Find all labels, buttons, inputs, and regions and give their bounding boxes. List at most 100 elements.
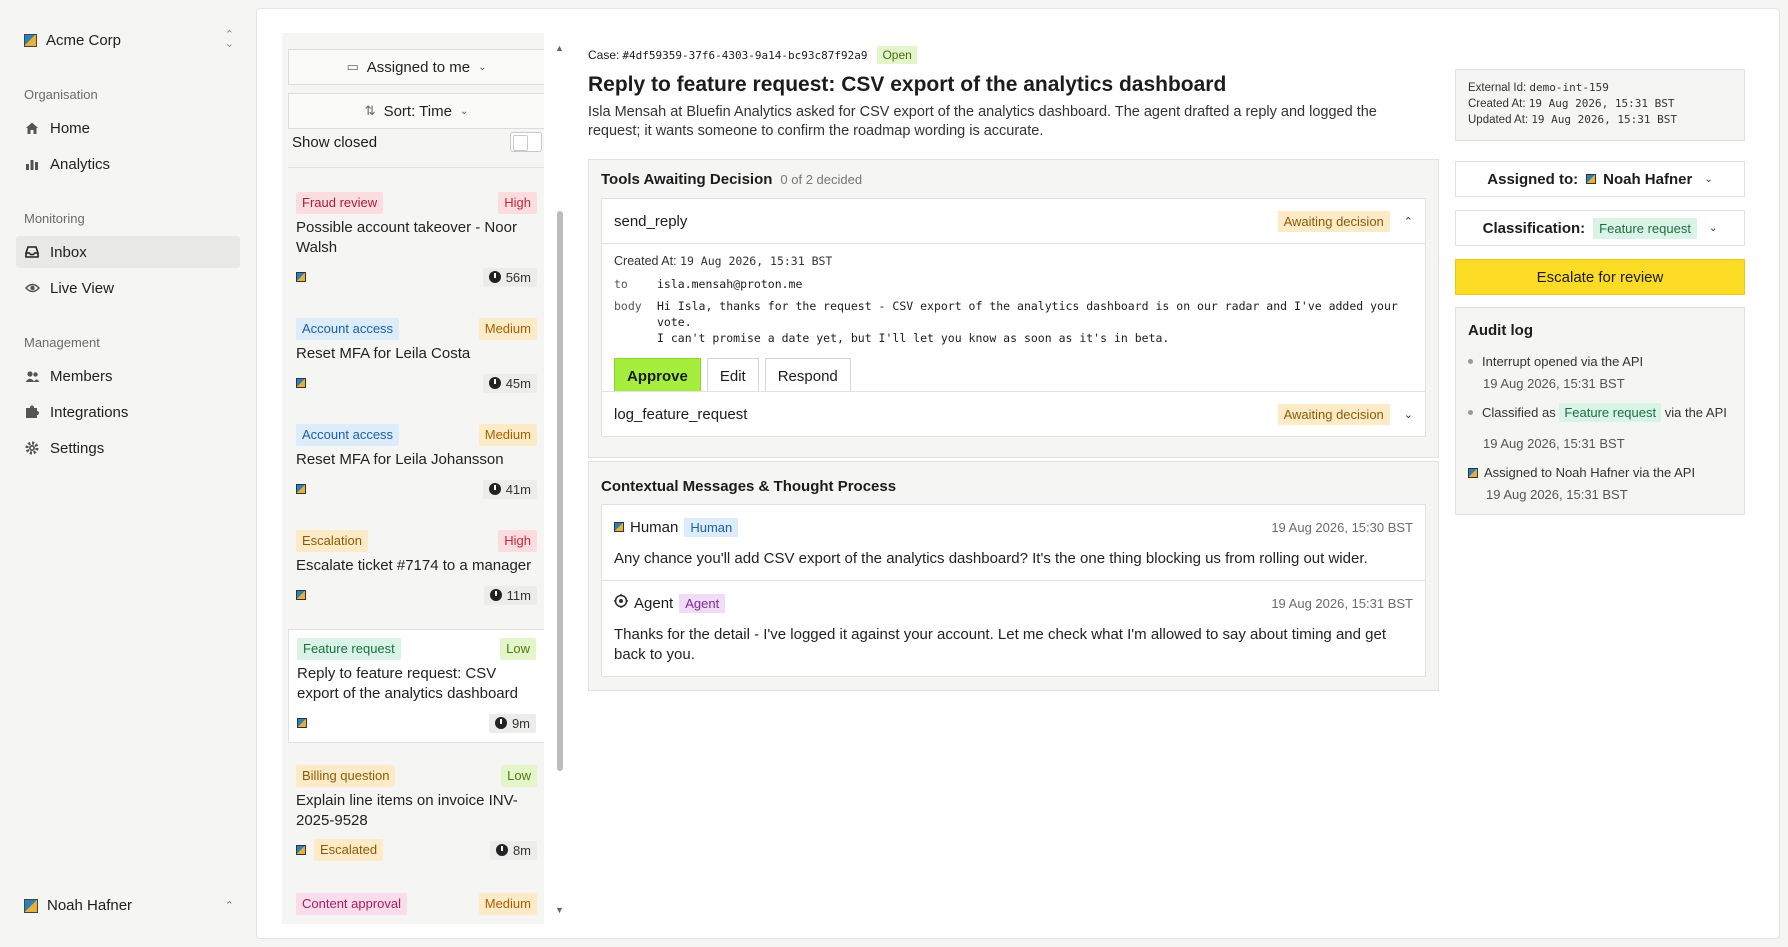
show-closed-toggle[interactable] bbox=[510, 132, 542, 152]
audit-time: 19 Aug 2026, 15:31 BST bbox=[1483, 376, 1625, 391]
nav-section-management: Management bbox=[24, 335, 100, 350]
tool-name: log_feature_request bbox=[614, 405, 748, 423]
tools-progress: 0 of 2 decided bbox=[780, 171, 863, 187]
scroll-up-icon[interactable]: ▲ bbox=[555, 43, 564, 53]
time-badge: 45m bbox=[482, 373, 537, 393]
time-label: 41m bbox=[505, 481, 531, 497]
message-text: Thanks for the detail - I've logged it a… bbox=[614, 626, 1386, 663]
case-id-label: Case: bbox=[588, 48, 620, 62]
list-item-selected[interactable]: Feature request Low Reply to feature req… bbox=[288, 629, 544, 743]
sidebar-item-live-view[interactable]: Live View bbox=[16, 272, 240, 304]
sidebar-item-integrations[interactable]: Integrations bbox=[16, 396, 240, 428]
clock-icon bbox=[488, 483, 501, 495]
category-tag: Fraud review bbox=[296, 192, 384, 214]
sort-icon: ⇅ bbox=[364, 103, 376, 118]
tool-header[interactable]: log_feature_request Awaiting decision ⌄ bbox=[602, 392, 1425, 436]
arg-value: Hi Isla, thanks for the request - CSV ex… bbox=[657, 298, 1413, 346]
list-item[interactable]: Account access Medium Reset MFA for Leil… bbox=[288, 416, 544, 508]
audit-time: 19 Aug 2026, 15:31 BST bbox=[1486, 487, 1628, 502]
sidebar-item-settings[interactable]: Settings bbox=[16, 432, 240, 464]
card-title: Reset MFA for Leila Costa bbox=[296, 345, 471, 362]
org-logo bbox=[24, 33, 37, 47]
avatar bbox=[1586, 174, 1597, 184]
card-title: Reply to feature request: CSV export of … bbox=[297, 665, 518, 702]
user-menu[interactable]: Noah Hafner ⌃ bbox=[24, 897, 234, 914]
chevron-up-icon[interactable]: ⌃ bbox=[1404, 215, 1413, 228]
time-badge: 8m bbox=[489, 840, 537, 860]
home-icon bbox=[24, 120, 40, 136]
time-label: 8m bbox=[512, 842, 531, 858]
main-panel: ▭ Assigned to me ⌄ ⇅ Sort: Time ⌄ Show c… bbox=[256, 8, 1780, 939]
nav-section-organisation: Organisation bbox=[24, 87, 98, 102]
audit-heading: Audit log bbox=[1468, 322, 1533, 339]
clock-icon bbox=[495, 844, 508, 856]
created-value: 19 Aug 2026, 15:31 BST bbox=[1528, 97, 1675, 110]
org-switcher[interactable]: Acme Corp ⌃ ⌄ bbox=[24, 28, 234, 52]
category-tag: Escalation bbox=[296, 530, 368, 552]
users-icon bbox=[24, 368, 40, 384]
assignee-label: Assigned to: bbox=[1487, 170, 1579, 188]
scrollbar[interactable]: ▲ ▼ bbox=[555, 43, 565, 916]
tool-header[interactable]: send_reply Awaiting decision ⌃ bbox=[602, 199, 1425, 243]
bullet-icon bbox=[1468, 359, 1473, 364]
external-id-label: External Id: bbox=[1468, 82, 1527, 94]
message-human: Human Human 19 Aug 2026, 15:30 BST Any c… bbox=[601, 504, 1426, 581]
role-badge: Agent bbox=[679, 593, 726, 613]
assigned-filter-dropdown[interactable]: ▭ Assigned to me ⌄ bbox=[288, 49, 544, 85]
scroll-down-icon[interactable]: ▼ bbox=[555, 905, 564, 915]
sidebar-item-home[interactable]: Home bbox=[16, 112, 240, 144]
sidebar-item-label: Live View bbox=[50, 279, 114, 297]
created-label: Created At: bbox=[1468, 98, 1526, 110]
sidebar-item-analytics[interactable]: Analytics bbox=[16, 148, 240, 180]
classification-value: Feature request bbox=[1593, 217, 1697, 239]
list-item[interactable]: Content approval Medium bbox=[288, 885, 544, 923]
classification-dropdown[interactable]: Classification: Feature request ⌄ bbox=[1455, 210, 1745, 246]
edit-button[interactable]: Edit bbox=[706, 358, 759, 394]
assignee-dropdown[interactable]: Assigned to: Noah Hafner ⌄ bbox=[1455, 161, 1745, 197]
chevron-down-icon: ⌄ bbox=[1708, 222, 1718, 234]
case-description: Isla Mensah at Bluefin Analytics asked f… bbox=[588, 104, 1377, 139]
messages-heading: Contextual Messages & Thought Process bbox=[601, 477, 897, 495]
time-label: 11m bbox=[506, 587, 531, 603]
arg-body: body Hi Isla, thanks for the request - CS… bbox=[614, 298, 1413, 346]
time-label: 45m bbox=[505, 375, 531, 391]
show-closed-row: Show closed bbox=[292, 131, 542, 153]
chevron-down-icon: ⌄ bbox=[1704, 173, 1713, 185]
audit-log: Audit log Interrupt opened via the API 1… bbox=[1455, 307, 1745, 515]
priority-badge: High bbox=[498, 530, 537, 552]
sidebar-item-members[interactable]: Members bbox=[16, 360, 240, 392]
respond-button[interactable]: Respond bbox=[764, 358, 851, 394]
user-name: Noah Hafner bbox=[47, 897, 133, 914]
priority-badge: Low bbox=[500, 638, 536, 660]
sort-dropdown[interactable]: ⇅ Sort: Time ⌄ bbox=[288, 93, 544, 129]
priority-badge: Medium bbox=[478, 318, 537, 340]
arg-to: to isla.mensah@proton.me bbox=[614, 276, 1413, 292]
avatar bbox=[296, 845, 306, 855]
audit-user: Noah Hafner bbox=[1555, 465, 1630, 480]
avatar bbox=[1468, 468, 1478, 478]
sidebar-item-inbox[interactable]: Inbox bbox=[16, 236, 240, 268]
list-item[interactable]: Account access Medium Reset MFA for Leil… bbox=[288, 310, 544, 402]
scrollbar-thumb[interactable] bbox=[557, 211, 563, 771]
audit-text: via the API bbox=[1664, 405, 1727, 420]
category-tag: Content approval bbox=[296, 893, 408, 915]
chevron-down-icon[interactable]: ⌄ bbox=[1404, 408, 1413, 421]
list-item[interactable]: Fraud review High Possible account takeo… bbox=[288, 184, 544, 296]
sidebar-item-label: Inbox bbox=[50, 243, 87, 261]
inbox-icon bbox=[24, 244, 40, 260]
tool-send-reply: send_reply Awaiting decision ⌃ Created A… bbox=[601, 198, 1426, 405]
chevron-down-icon: ⌄ bbox=[459, 105, 469, 117]
clock-icon bbox=[488, 271, 501, 283]
card-title: Escalate ticket #7174 to a manager bbox=[296, 557, 532, 574]
list-item[interactable]: Billing question Low Explain line items … bbox=[288, 757, 544, 869]
arg-value: isla.mensah@proton.me bbox=[657, 277, 803, 291]
approve-button[interactable]: Approve bbox=[614, 358, 701, 394]
created-value: 19 Aug 2026, 15:31 BST bbox=[680, 254, 833, 268]
messages-panel: Contextual Messages & Thought Process Hu… bbox=[588, 461, 1439, 691]
sidebar-item-label: Members bbox=[50, 367, 113, 385]
priority-badge: Low bbox=[501, 765, 537, 787]
list-item[interactable]: Escalation High Escalate ticket #7174 to… bbox=[288, 522, 544, 614]
show-closed-label: Show closed bbox=[292, 133, 378, 151]
escalate-button[interactable]: Escalate for review bbox=[1455, 259, 1745, 295]
message-time: 19 Aug 2026, 15:30 BST bbox=[1271, 519, 1413, 535]
